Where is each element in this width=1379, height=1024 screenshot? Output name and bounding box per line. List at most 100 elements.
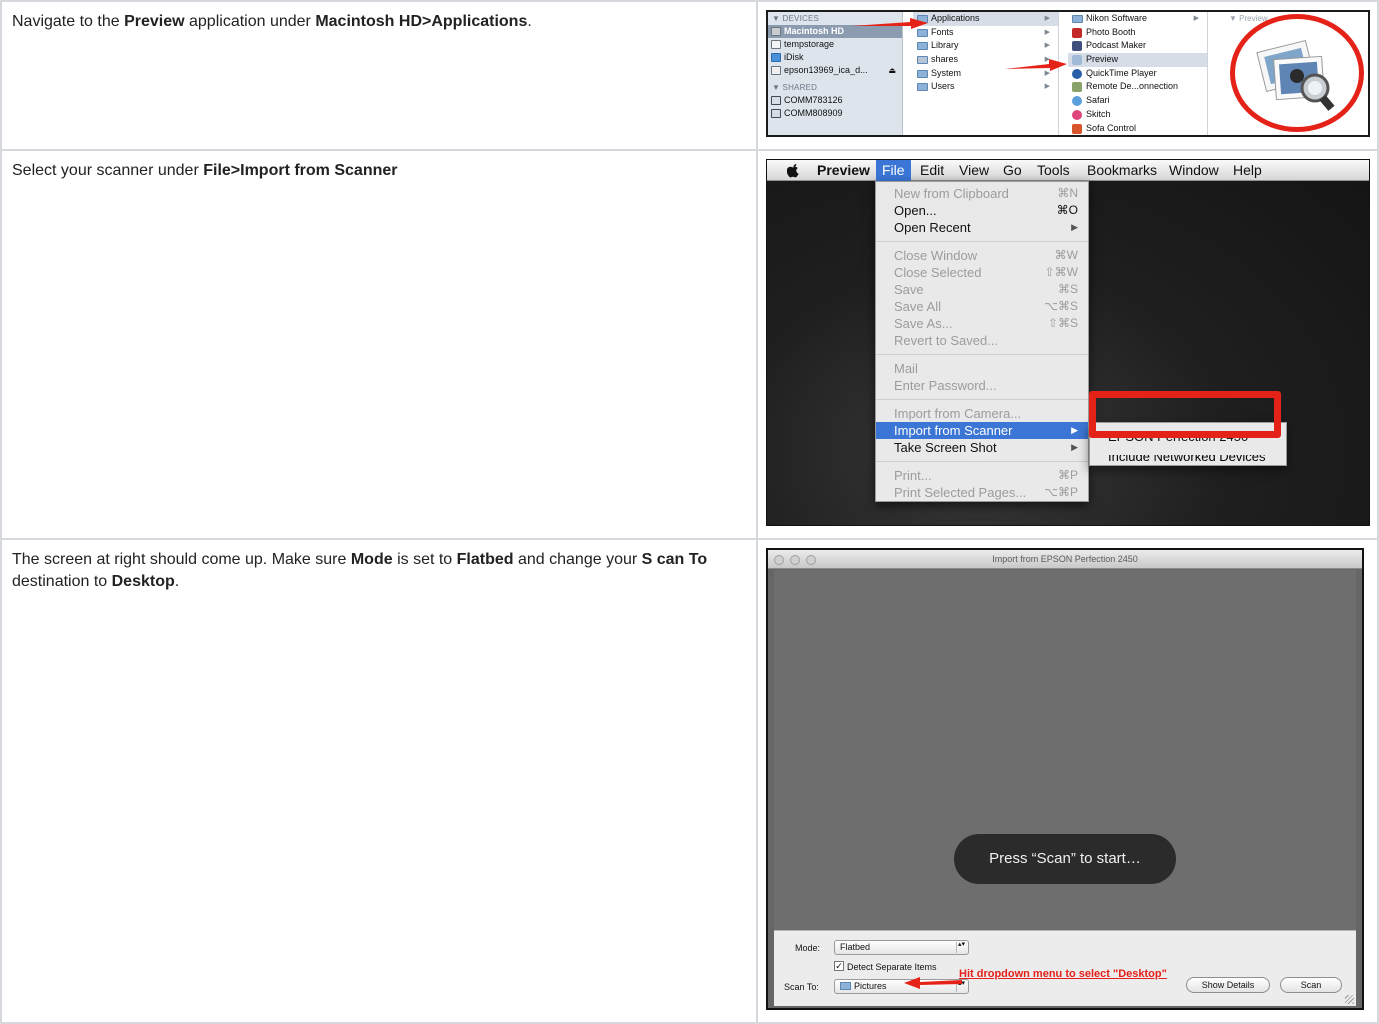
file-menu-dropdown: New from Clipboard ⌘N Open... ⌘O Open Rece…	[875, 181, 1089, 502]
scan-prompt: Press “Scan” to start…	[954, 834, 1176, 884]
menu-item-shortcut: ⌘N	[1057, 186, 1078, 200]
column-item-label: shares	[931, 54, 959, 65]
eject-icon[interactable]: ⏏	[888, 64, 896, 77]
column-item-label: Remote De...onnection	[1086, 81, 1179, 92]
menu-item-open-recent[interactable]: Open Recent ▶	[876, 219, 1088, 236]
column-item-users[interactable]: Users ▶	[913, 80, 1058, 94]
window-title: Import from EPSON Perfection 2450	[992, 554, 1138, 564]
sidebar-item-epson[interactable]: epson13969_ica_d... ⏏	[768, 64, 902, 77]
detect-separate-checkbox[interactable]: ✓	[834, 961, 844, 971]
menu-edit[interactable]: Edit	[920, 160, 944, 181]
computer-icon	[771, 96, 781, 105]
sidebar-item-label: tempstorage	[784, 39, 835, 49]
column-item-quicktime[interactable]: QuickTime Player	[1068, 67, 1207, 81]
step-3-desktop: Desktop	[111, 573, 175, 590]
column-item-photo-booth[interactable]: Photo Booth	[1068, 26, 1207, 40]
column-item-label: Preview	[1086, 54, 1119, 65]
menu-tools[interactable]: Tools	[1037, 160, 1070, 181]
menu-item-save-all[interactable]: Save All ⌥⌘S	[876, 298, 1088, 315]
window-titlebar: Import from EPSON Perfection 2450	[768, 550, 1362, 569]
submenu-arrow-icon: ▶	[1071, 425, 1078, 435]
column-item-label: Photo Booth	[1086, 26, 1136, 37]
step-3-text-part: and change your	[513, 551, 642, 568]
scan-preview-area: Press “Scan” to start…	[774, 570, 1356, 930]
resize-grip-icon[interactable]	[1345, 995, 1354, 1004]
disclosure-arrow-icon: ▶	[1044, 15, 1050, 22]
minimize-window-icon[interactable]	[790, 555, 800, 565]
menu-separator	[876, 241, 1088, 242]
menu-help[interactable]: Help	[1233, 160, 1262, 181]
column-item-sofa-control[interactable]: Sofa Control	[1068, 122, 1207, 136]
scan-controls-panel: Mode: Flatbed ▴▾ ✓ Detect Separate Items …	[774, 930, 1356, 1006]
sidebar-item-tempstorage[interactable]: tempstorage	[768, 38, 902, 51]
menu-item-enter-password[interactable]: Enter Password...	[876, 377, 1088, 394]
column-item-skitch[interactable]: Skitch	[1068, 108, 1207, 122]
submenu-arrow-icon: ▶	[1071, 442, 1078, 452]
column-item-label: Nikon Software	[1086, 13, 1148, 23]
step-2-text-part: Select your scanner under	[12, 162, 204, 179]
annotation-arrow-icon	[852, 18, 928, 29]
column-item-preview[interactable]: Preview	[1068, 53, 1207, 67]
submenu-item-networked[interactable]: Include Networked Devices	[1090, 455, 1286, 469]
column-item-label: Skitch	[1086, 108, 1111, 119]
menu-window[interactable]: Window	[1169, 160, 1219, 181]
mode-popup[interactable]: Flatbed ▴▾	[834, 940, 969, 955]
column-item-fonts[interactable]: Fonts ▶	[913, 26, 1058, 40]
disclosure-arrow-icon: ▶	[1193, 15, 1199, 22]
step-3-mode: Mode	[350, 551, 393, 568]
show-details-button[interactable]: Show Details	[1186, 977, 1270, 993]
sidebar-item-idisk[interactable]: iDisk	[768, 51, 902, 64]
zoom-window-icon[interactable]	[806, 555, 816, 565]
menu-bar: Preview File Edit View Go Tools Bookmark…	[767, 160, 1369, 181]
step-1-text-part: .	[527, 13, 532, 30]
close-window-icon[interactable]	[774, 555, 784, 565]
column-item-nikon-software[interactable]: Nikon Software ▶	[1068, 12, 1207, 26]
sidebar-item-label: COMM783126	[784, 95, 843, 105]
menu-item-take-screen-shot[interactable]: Take Screen Shot ▶	[876, 439, 1088, 456]
menu-item-print-selected-pages[interactable]: Print Selected Pages... ⌥⌘P	[876, 484, 1088, 501]
menu-preview[interactable]: Preview	[817, 160, 870, 181]
column-item-library[interactable]: Library ▶	[913, 39, 1058, 53]
menu-item-save-as[interactable]: Save As... ⇧⌘S	[876, 315, 1088, 332]
column-item-safari[interactable]: Safari	[1068, 94, 1207, 108]
folder-icon	[917, 69, 928, 78]
column-item-label: Applications	[931, 13, 980, 23]
menu-item-close-selected[interactable]: Close Selected ⇧⌘W	[876, 264, 1088, 281]
apple-menu-icon[interactable]	[786, 160, 799, 181]
menu-item-label: Save All	[894, 299, 941, 314]
step-row-1: Navigate to the Preview application unde…	[0, 0, 1379, 151]
menu-item-close-window[interactable]: Close Window ⌘W	[876, 247, 1088, 264]
scan-to-label: Scan To:	[784, 982, 819, 992]
menu-item-import-from-camera[interactable]: Import from Camera...	[876, 405, 1088, 422]
scan-button[interactable]: Scan	[1280, 977, 1342, 993]
column-item-label: Safari	[1086, 95, 1110, 106]
menu-item-label: Revert to Saved...	[894, 333, 999, 348]
preview-desktop: Preview File Edit View Go Tools Bookmark…	[766, 159, 1370, 526]
menu-bookmarks[interactable]: Bookmarks	[1087, 160, 1157, 181]
column-item-podcast-maker[interactable]: Podcast Maker	[1068, 39, 1207, 53]
folder-icon	[1072, 15, 1083, 23]
menu-item-mail[interactable]: Mail	[876, 360, 1088, 377]
menu-item-revert-to-saved[interactable]: Revert to Saved...	[876, 332, 1088, 349]
menu-item-save[interactable]: Save ⌘S	[876, 281, 1088, 298]
menu-item-shortcut: ⌥⌘S	[1044, 299, 1078, 313]
sidebar-item-comm808909[interactable]: COMM808909	[768, 107, 902, 120]
menu-item-open[interactable]: Open... ⌘O	[876, 202, 1088, 219]
menu-view[interactable]: View	[959, 160, 989, 181]
sidebar-item-label: iDisk	[784, 52, 804, 62]
column-item-applications[interactable]: Applications ▶	[913, 12, 1058, 26]
menu-item-shortcut: ⌘W	[1054, 248, 1078, 262]
menu-file[interactable]: File	[876, 160, 911, 181]
menu-item-print[interactable]: Print... ⌘P	[876, 467, 1088, 484]
sidebar-item-comm783126[interactable]: COMM783126	[768, 94, 902, 107]
step-1-path: Macintosh HD>Applications	[315, 13, 528, 30]
menu-item-new-from-clipboard[interactable]: New from Clipboard ⌘N	[876, 185, 1088, 202]
step-1-app-name: Preview	[124, 13, 185, 30]
disclosure-arrow-icon: ▶	[1044, 28, 1050, 36]
photo-booth-icon	[1072, 27, 1082, 38]
step-1-text-part: Navigate to the	[12, 13, 125, 30]
detect-separate-label: Detect Separate Items	[847, 962, 937, 972]
menu-go[interactable]: Go	[1003, 160, 1022, 181]
menu-item-import-from-scanner[interactable]: Import from Scanner ▶	[876, 422, 1088, 439]
column-item-remote-desktop[interactable]: Remote De...onnection	[1068, 80, 1207, 94]
